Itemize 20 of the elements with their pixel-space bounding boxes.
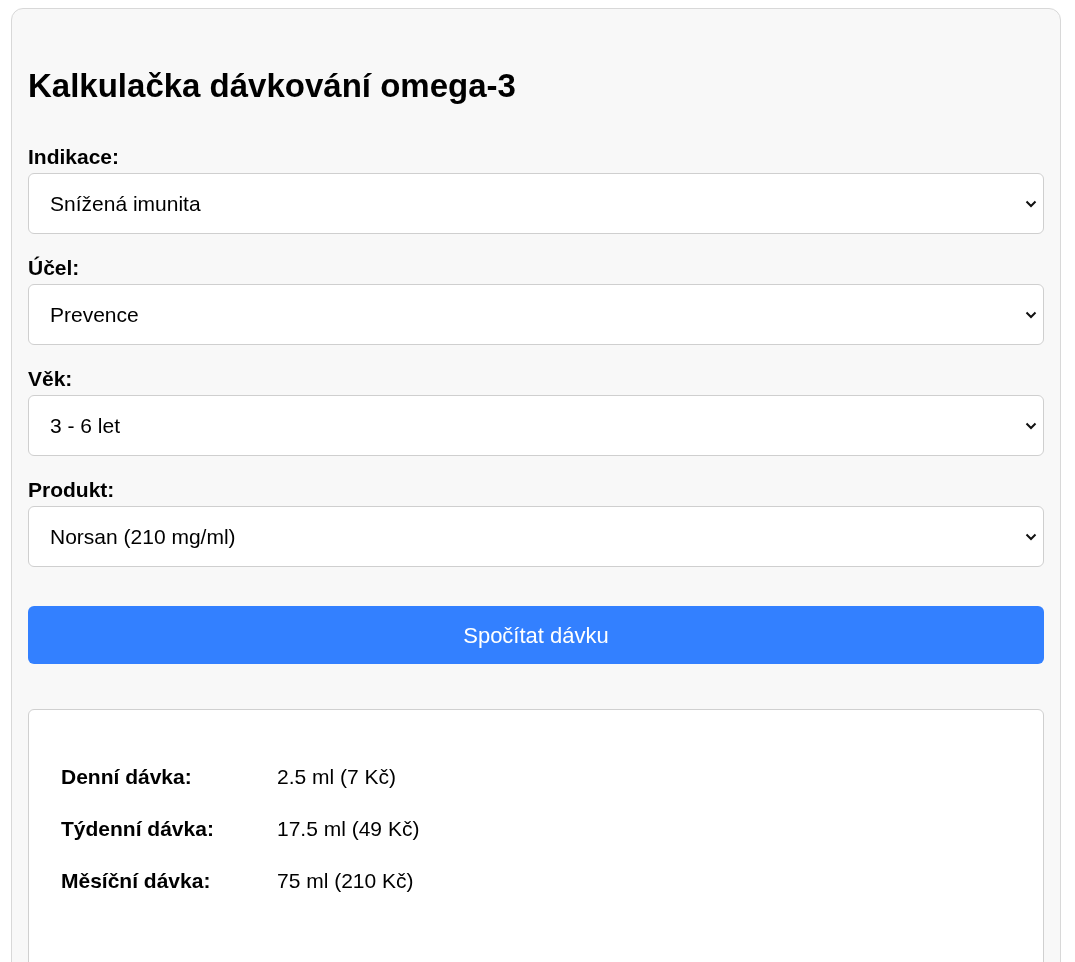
field-label: Účel: — [28, 256, 81, 280]
result-label: Denní dávka: — [61, 764, 193, 791]
dropdown[interactable]: 3 - 6 let — [28, 395, 1044, 456]
chevron-down-icon — [1025, 199, 1037, 208]
dropdown[interactable]: Snížená imunita — [28, 173, 1044, 234]
page-title: Kalkulačka dávkování omega-3 — [28, 66, 517, 106]
chevron-down-icon — [1025, 310, 1037, 319]
calculate-button[interactable]: Spočítat dávku — [28, 606, 1044, 664]
result-value: 17.5 ml (49 Kč) — [277, 816, 420, 843]
dropdown[interactable]: Prevence — [28, 284, 1044, 345]
chevron-down-icon — [1025, 421, 1037, 430]
field-label: Produkt: — [28, 478, 116, 502]
result-label: Měsíční dávka: — [61, 868, 212, 895]
field-label: Indikace: — [28, 145, 121, 169]
dropdown[interactable]: Norsan (210 mg/ml) — [28, 506, 1044, 567]
field-label: Věk: — [28, 367, 74, 391]
result-label: Týdenní dávka: — [61, 816, 215, 843]
result-value: 2.5 ml (7 Kč) — [277, 764, 397, 791]
result-value: 75 ml (210 Kč) — [277, 868, 414, 895]
chevron-down-icon — [1025, 532, 1037, 541]
